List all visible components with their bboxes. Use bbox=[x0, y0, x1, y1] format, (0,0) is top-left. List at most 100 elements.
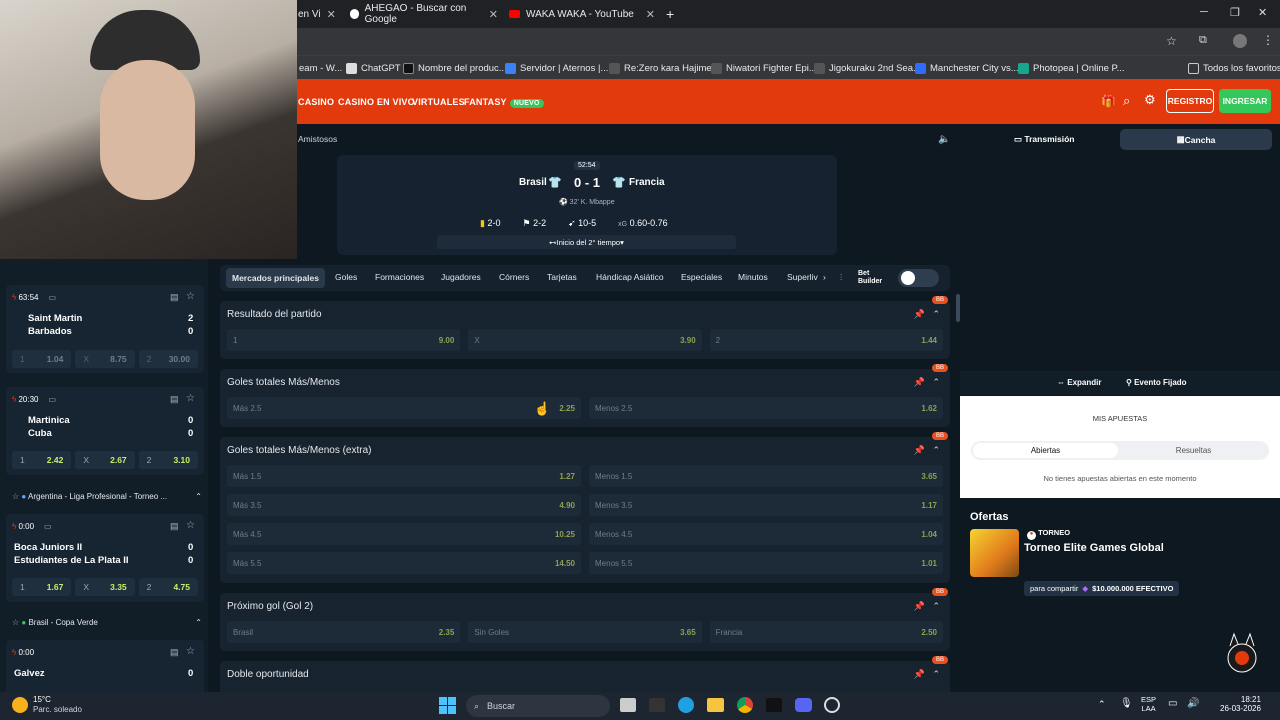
tab-resueltas[interactable]: Resueltas bbox=[1121, 443, 1266, 458]
odd-button[interactable]: Menos 4.5 1.04 bbox=[589, 523, 943, 545]
bookmark[interactable]: ChatGPT bbox=[346, 60, 401, 76]
menu-icon[interactable]: ⋮ bbox=[1262, 33, 1274, 47]
market-title[interactable]: Próximo gol (Gol 2) bbox=[227, 601, 313, 612]
browser-tab[interactable]: WAKA WAKA - YouTube ✕ bbox=[509, 4, 655, 24]
odd-button[interactable]: Más 4.5 10.25 bbox=[227, 523, 581, 545]
bookmark[interactable]: Servidor | Aternos |... bbox=[505, 60, 608, 76]
stats-icon[interactable]: ▤ bbox=[170, 521, 179, 532]
offer-thumbnail[interactable] bbox=[970, 529, 1019, 577]
weather-icon[interactable] bbox=[12, 697, 28, 713]
bookmark[interactable]: Niwatori Fighter Epi... bbox=[711, 60, 817, 76]
maximize-icon[interactable]: ❐ bbox=[1230, 6, 1240, 19]
star-icon[interactable]: ☆ bbox=[186, 291, 195, 302]
edge-icon[interactable] bbox=[678, 697, 694, 713]
new-tab-icon[interactable]: + bbox=[666, 4, 674, 24]
tab-corners[interactable]: Córners bbox=[499, 272, 529, 282]
market-title[interactable]: Goles totales Más/Menos bbox=[227, 377, 340, 388]
chevron-up-icon[interactable]: ⌃ bbox=[932, 445, 940, 455]
pin-icon[interactable]: 📌 bbox=[914, 601, 925, 611]
chevron-up-icon[interactable]: ⌃ bbox=[932, 601, 940, 611]
volume-icon[interactable]: 🔊 bbox=[1187, 698, 1199, 709]
pin-icon[interactable]: 📌 bbox=[914, 309, 925, 319]
browser-tab[interactable]: en Vi ✕ bbox=[298, 4, 336, 24]
chevron-up-icon[interactable]: ⌃ bbox=[1098, 699, 1106, 710]
browser-tab[interactable]: AHEGAO - Buscar con Google ✕ bbox=[350, 3, 498, 25]
tab-tarjetas[interactable]: Tarjetas bbox=[547, 272, 577, 282]
gear-icon[interactable]: ⚙ bbox=[1144, 92, 1156, 108]
league-header[interactable]: ☆ ● Brasil - Copa Verde ⌃ bbox=[12, 618, 202, 627]
bet-builder-toggle[interactable] bbox=[898, 269, 939, 287]
star-icon[interactable]: ☆ bbox=[186, 520, 195, 531]
login-button[interactable]: INGRESAR bbox=[1219, 89, 1271, 113]
taskbar-search[interactable]: ⌕ Buscar bbox=[466, 695, 610, 717]
profile-avatar[interactable] bbox=[1233, 34, 1247, 48]
odd-button[interactable]: 1 9.00 bbox=[227, 329, 461, 351]
search-icon[interactable]: ⌕ bbox=[1123, 93, 1130, 109]
stats-icon[interactable]: ▤ bbox=[170, 647, 179, 658]
period-selector[interactable]: ⊷ Inicio del 2° tiempo ▾ bbox=[437, 235, 736, 249]
mic-icon[interactable]: 🎙 bbox=[1120, 698, 1133, 709]
tab-especiales[interactable]: Especiales bbox=[681, 272, 722, 282]
bookmark[interactable]: Jigokuraku 2nd Sea... bbox=[814, 60, 921, 76]
odd-button[interactable]: 2 4.75 bbox=[138, 578, 198, 596]
chevron-up-icon[interactable]: ⌃ bbox=[932, 309, 940, 319]
nav-casino[interactable]: CASINO bbox=[298, 97, 334, 107]
language-indicator[interactable]: ESP LAA bbox=[1141, 695, 1156, 713]
tab-minutos[interactable]: Minutos bbox=[738, 272, 768, 282]
match-card[interactable]: ϟ 0:00 ▭ ▤ ☆ Boca Juniors II 0 Estudiante… bbox=[6, 514, 204, 602]
odd-button[interactable]: Más 1.5 1.27 bbox=[227, 465, 581, 487]
offer-name[interactable]: Torneo Elite Games Global bbox=[1024, 542, 1164, 554]
chrome-icon[interactable] bbox=[737, 697, 753, 713]
bookmark[interactable]: Re:Zero kara Hajime... bbox=[609, 60, 720, 76]
tab-jugadores[interactable]: Jugadores bbox=[441, 272, 481, 282]
odd-button[interactable]: X 8.75 bbox=[75, 350, 135, 368]
nav-virtuales[interactable]: VIRTUALES bbox=[412, 97, 465, 107]
tab-abiertas[interactable]: Abiertas bbox=[973, 443, 1118, 458]
fixed-event-button[interactable]: ⚲ Evento Fijado bbox=[1126, 378, 1187, 387]
bookmark[interactable]: Nombre del produc... bbox=[403, 60, 507, 76]
match-card[interactable]: ϟ 0:00 ▤ ☆ Galvez 0 bbox=[6, 640, 204, 692]
breadcrumb[interactable]: Amistosos bbox=[298, 134, 337, 144]
bookmark[interactable]: Manchester City vs... bbox=[915, 60, 1019, 76]
tab-formaciones[interactable]: Formaciones bbox=[375, 272, 424, 282]
odd-button[interactable]: Menos 1.5 3.65 bbox=[589, 465, 943, 487]
chevron-up-icon[interactable]: ⌃ bbox=[932, 669, 940, 679]
app-icon[interactable] bbox=[766, 698, 782, 712]
odd-button[interactable]: Más 2.5 2.25 bbox=[227, 397, 581, 419]
task-view-icon[interactable] bbox=[620, 698, 636, 712]
match-card[interactable]: ϟ 20:30 ▭ ▤ ☆ Martinica 0 Cuba 0 1 2.42 X2… bbox=[6, 387, 204, 475]
league-header[interactable]: ☆ ● Argentina - Liga Profesional - Torne… bbox=[12, 492, 202, 501]
star-icon[interactable]: ☆ bbox=[186, 393, 195, 404]
register-button[interactable]: REGISTRO bbox=[1166, 89, 1214, 113]
star-icon[interactable]: ☆ bbox=[186, 646, 195, 657]
tab-handicap-asiatico[interactable]: Hándicap Asiático bbox=[596, 272, 664, 282]
close-icon[interactable]: ✕ bbox=[489, 8, 498, 21]
odd-button[interactable]: X 3.35 bbox=[75, 578, 135, 596]
odd-button[interactable]: Francia 2.50 bbox=[709, 621, 943, 643]
match-card[interactable]: ϟ 63:54 ▭ ▤ ☆ Saint Martin 2 Barbados 0 1… bbox=[6, 285, 204, 373]
scrollbar[interactable] bbox=[956, 294, 960, 322]
odd-button[interactable]: 2 30.00 bbox=[138, 350, 198, 368]
tab-goles[interactable]: Goles bbox=[335, 272, 357, 282]
extensions-icon[interactable]: ⧉ bbox=[1199, 34, 1207, 47]
tab-superlive[interactable]: Superliv bbox=[787, 272, 818, 282]
discord-icon[interactable] bbox=[795, 698, 812, 712]
close-icon[interactable]: ✕ bbox=[327, 8, 336, 21]
pin-icon[interactable]: 📌 bbox=[914, 669, 925, 679]
chevron-up-icon[interactable]: ⌃ bbox=[932, 377, 940, 387]
pin-icon[interactable]: 📌 bbox=[914, 377, 925, 387]
odd-button[interactable]: Menos 2.5 1.62 bbox=[589, 397, 943, 419]
odd-button[interactable]: 1 2.42 bbox=[12, 451, 72, 469]
odd-button[interactable]: X 2.67 bbox=[75, 451, 135, 469]
folder-icon[interactable] bbox=[707, 698, 724, 712]
app-icon[interactable] bbox=[824, 697, 840, 713]
odd-button[interactable]: Sin Goles 3.65 bbox=[468, 621, 702, 643]
odd-button[interactable]: 2 1.44 bbox=[709, 329, 943, 351]
close-icon[interactable]: ✕ bbox=[646, 8, 655, 21]
expand-button[interactable]: ⇔ Expandir bbox=[1057, 378, 1101, 387]
odd-button[interactable]: Más 5.5 14.50 bbox=[227, 552, 581, 574]
nav-casino-en-vivo[interactable]: CASINO EN VIVO bbox=[338, 97, 415, 107]
market-title[interactable]: Goles totales Más/Menos (extra) bbox=[227, 445, 372, 456]
sound-icon[interactable]: 🔈 bbox=[938, 134, 950, 145]
network-icon[interactable]: ▭ bbox=[1168, 698, 1177, 709]
